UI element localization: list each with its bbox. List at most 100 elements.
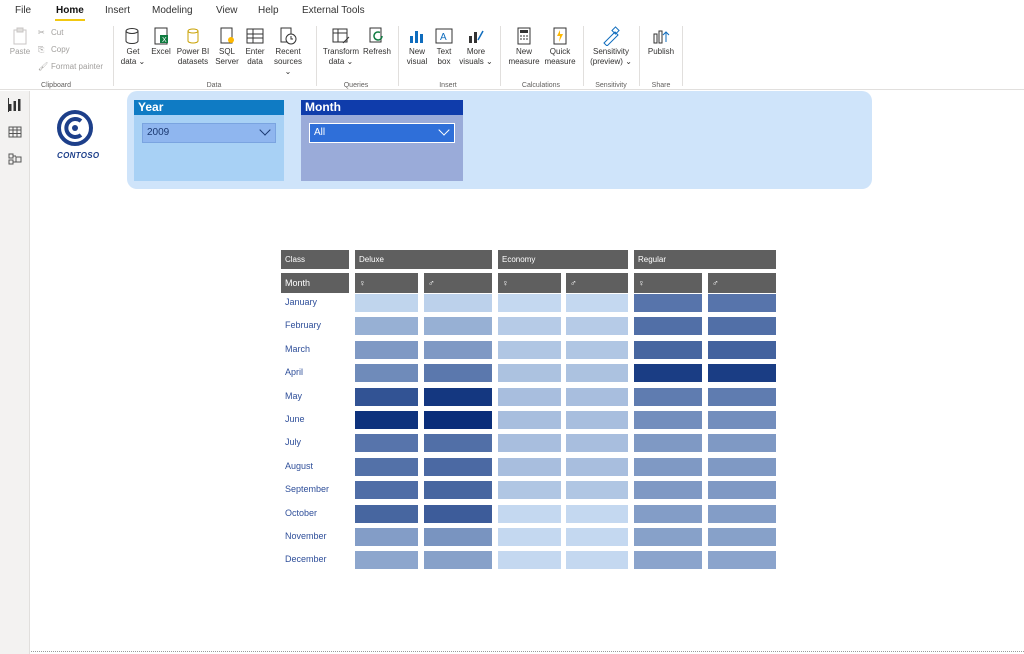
matrix-cell[interactable]	[566, 528, 628, 546]
row-label-month[interactable]: May	[285, 391, 302, 401]
matrix-cell[interactable]	[355, 364, 418, 382]
row-label-month[interactable]: October	[285, 508, 317, 518]
tab-insert[interactable]: Insert	[105, 5, 130, 16]
matrix-cell[interactable]	[355, 505, 418, 523]
quick-measure-button[interactable]: Quick measure	[542, 26, 578, 67]
refresh-button[interactable]: Refresh	[362, 26, 392, 57]
matrix-cell[interactable]	[634, 505, 702, 523]
matrix-cell[interactable]	[708, 364, 776, 382]
matrix-cell[interactable]	[708, 411, 776, 429]
new-measure-button[interactable]: New measure	[506, 26, 542, 67]
matrix-cell[interactable]	[498, 364, 561, 382]
gender-header[interactable]: ♀	[634, 273, 702, 293]
enter-data-button[interactable]: Enter data	[242, 26, 268, 67]
matrix-cell[interactable]	[355, 294, 418, 312]
paste-button[interactable]: Paste	[6, 26, 34, 57]
matrix-cell[interactable]	[424, 341, 492, 359]
matrix-cell[interactable]	[498, 411, 561, 429]
matrix-cell[interactable]	[355, 551, 418, 569]
month-dropdown[interactable]: All	[309, 123, 455, 143]
matrix-cell[interactable]	[498, 341, 561, 359]
matrix-cell[interactable]	[424, 551, 492, 569]
gender-header[interactable]: ♂	[424, 273, 492, 293]
new-visual-button[interactable]: New visual	[402, 26, 432, 67]
class-header-deluxe[interactable]: Deluxe	[355, 250, 492, 269]
year-dropdown[interactable]: 2009	[142, 123, 276, 143]
matrix-cell[interactable]	[634, 551, 702, 569]
data-view-icon[interactable]	[8, 125, 22, 139]
row-label-month[interactable]: January	[285, 297, 317, 307]
tab-modeling[interactable]: Modeling	[152, 5, 193, 16]
matrix-cell[interactable]	[708, 317, 776, 335]
excel-button[interactable]: X Excel	[150, 26, 172, 57]
gender-header[interactable]: ♂	[566, 273, 628, 293]
recent-sources-button[interactable]: Recent sources ⌄	[270, 26, 306, 77]
row-label-month[interactable]: February	[285, 320, 321, 330]
matrix-cell[interactable]	[634, 341, 702, 359]
matrix-cell[interactable]	[498, 505, 561, 523]
model-view-icon[interactable]	[8, 152, 22, 166]
matrix-cell[interactable]	[566, 505, 628, 523]
matrix-cell[interactable]	[424, 434, 492, 452]
row-label-month[interactable]: December	[285, 554, 327, 564]
matrix-cell[interactable]	[355, 458, 418, 476]
matrix-cell[interactable]	[424, 481, 492, 499]
matrix-cell[interactable]	[634, 481, 702, 499]
matrix-cell[interactable]	[424, 528, 492, 546]
matrix-cell[interactable]	[566, 341, 628, 359]
matrix-cell[interactable]	[498, 481, 561, 499]
matrix-cell[interactable]	[708, 551, 776, 569]
matrix-cell[interactable]	[355, 341, 418, 359]
matrix-cell[interactable]	[708, 294, 776, 312]
matrix-cell[interactable]	[634, 388, 702, 406]
text-box-button[interactable]: A Text box	[432, 26, 456, 67]
tab-external-tools[interactable]: External Tools	[302, 5, 365, 16]
matrix-cell[interactable]	[355, 434, 418, 452]
matrix-cell[interactable]	[634, 317, 702, 335]
row-label-month[interactable]: June	[285, 414, 305, 424]
row-label-month[interactable]: July	[285, 437, 301, 447]
class-header-regular[interactable]: Regular	[634, 250, 776, 269]
matrix-cell[interactable]	[424, 294, 492, 312]
matrix-cell[interactable]	[424, 411, 492, 429]
matrix-cell[interactable]	[498, 528, 561, 546]
publish-button[interactable]: Publish	[643, 26, 679, 57]
matrix-cell[interactable]	[566, 364, 628, 382]
get-data-button[interactable]: Get data ⌄	[118, 26, 148, 67]
row-label-month[interactable]: August	[285, 461, 313, 471]
matrix-cell[interactable]	[566, 294, 628, 312]
matrix-cell[interactable]	[566, 458, 628, 476]
matrix-cell[interactable]	[708, 341, 776, 359]
more-visuals-button[interactable]: More visuals ⌄	[458, 26, 494, 67]
matrix-cell[interactable]	[424, 458, 492, 476]
matrix-cell[interactable]	[566, 551, 628, 569]
matrix-cell[interactable]	[424, 388, 492, 406]
matrix-cell[interactable]	[634, 411, 702, 429]
power-bi-datasets-button[interactable]: Power BI datasets	[174, 26, 212, 67]
report-view-icon[interactable]	[8, 98, 22, 112]
matrix-cell[interactable]	[424, 364, 492, 382]
matrix-cell[interactable]	[708, 458, 776, 476]
matrix-cell[interactable]	[566, 481, 628, 499]
matrix-cell[interactable]	[634, 294, 702, 312]
matrix-cell[interactable]	[424, 505, 492, 523]
matrix-cell[interactable]	[355, 317, 418, 335]
transform-data-button[interactable]: Transform data ⌄	[320, 26, 362, 67]
matrix-cell[interactable]	[355, 411, 418, 429]
row-label-month[interactable]: March	[285, 344, 310, 354]
matrix-cell[interactable]	[355, 388, 418, 406]
matrix-cell[interactable]	[634, 528, 702, 546]
row-label-month[interactable]: November	[285, 531, 327, 541]
sql-server-button[interactable]: SQL Server	[214, 26, 240, 67]
matrix-cell[interactable]	[498, 317, 561, 335]
matrix-cell[interactable]	[355, 528, 418, 546]
class-header-economy[interactable]: Economy	[498, 250, 628, 269]
gender-header[interactable]: ♀	[355, 273, 418, 293]
matrix-cell[interactable]	[634, 434, 702, 452]
matrix-cell[interactable]	[498, 294, 561, 312]
matrix-cell[interactable]	[708, 434, 776, 452]
format-painter-button[interactable]: 🖌 Format painter	[38, 62, 103, 72]
tab-home[interactable]: Home	[56, 5, 84, 16]
matrix-cell[interactable]	[498, 458, 561, 476]
matrix-cell[interactable]	[498, 388, 561, 406]
